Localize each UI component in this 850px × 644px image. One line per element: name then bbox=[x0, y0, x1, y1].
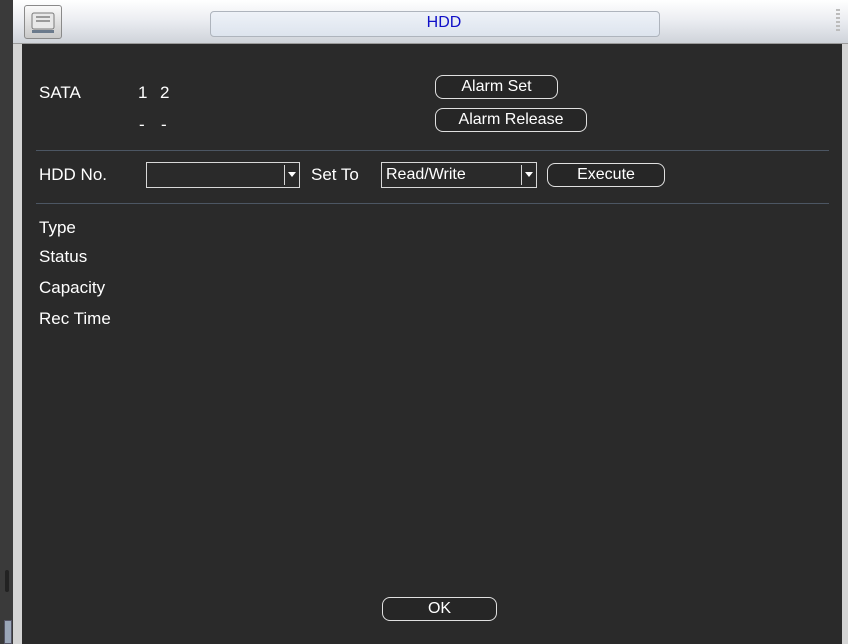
divider-top bbox=[36, 150, 829, 151]
desktop-edge-tab bbox=[4, 620, 12, 644]
set-to-value: Read/Write bbox=[386, 166, 466, 183]
title-bar-grip bbox=[836, 9, 840, 33]
alarm-set-button[interactable]: Alarm Set bbox=[435, 75, 558, 99]
sata-port-2: 2 bbox=[160, 83, 170, 102]
desktop-edge-mark bbox=[5, 570, 9, 592]
ok-button[interactable]: OK bbox=[382, 597, 497, 621]
title-bar: HDD bbox=[13, 0, 848, 44]
sata-state-2: - bbox=[161, 115, 167, 134]
hdd-panel: SATA 1 2 - - Alarm Set Alarm Release HDD… bbox=[22, 44, 842, 644]
sata-label: SATA bbox=[39, 83, 81, 102]
desktop-edge bbox=[0, 0, 13, 644]
hdd-no-select[interactable] bbox=[146, 162, 300, 188]
capacity-label: Capacity bbox=[39, 278, 106, 297]
rec-time-label: Rec Time bbox=[39, 309, 111, 328]
set-to-select[interactable]: Read/Write bbox=[381, 162, 537, 188]
chevron-down-icon[interactable] bbox=[521, 165, 535, 185]
hdd-window: HDD SATA 1 2 - - Alarm Set Alarm Release… bbox=[13, 0, 848, 644]
window-title: HDD bbox=[426, 14, 462, 31]
status-label: Status bbox=[39, 247, 88, 266]
alarm-release-button[interactable]: Alarm Release bbox=[435, 108, 587, 132]
set-to-label: Set To bbox=[311, 165, 359, 184]
sata-port-1: 1 bbox=[138, 83, 148, 102]
divider-bottom bbox=[36, 203, 829, 204]
hdd-no-label: HDD No. bbox=[39, 165, 108, 184]
chevron-down-icon[interactable] bbox=[284, 165, 298, 185]
execute-button[interactable]: Execute bbox=[547, 163, 665, 187]
type-label: Type bbox=[39, 218, 76, 237]
sata-state-1: - bbox=[139, 115, 145, 134]
